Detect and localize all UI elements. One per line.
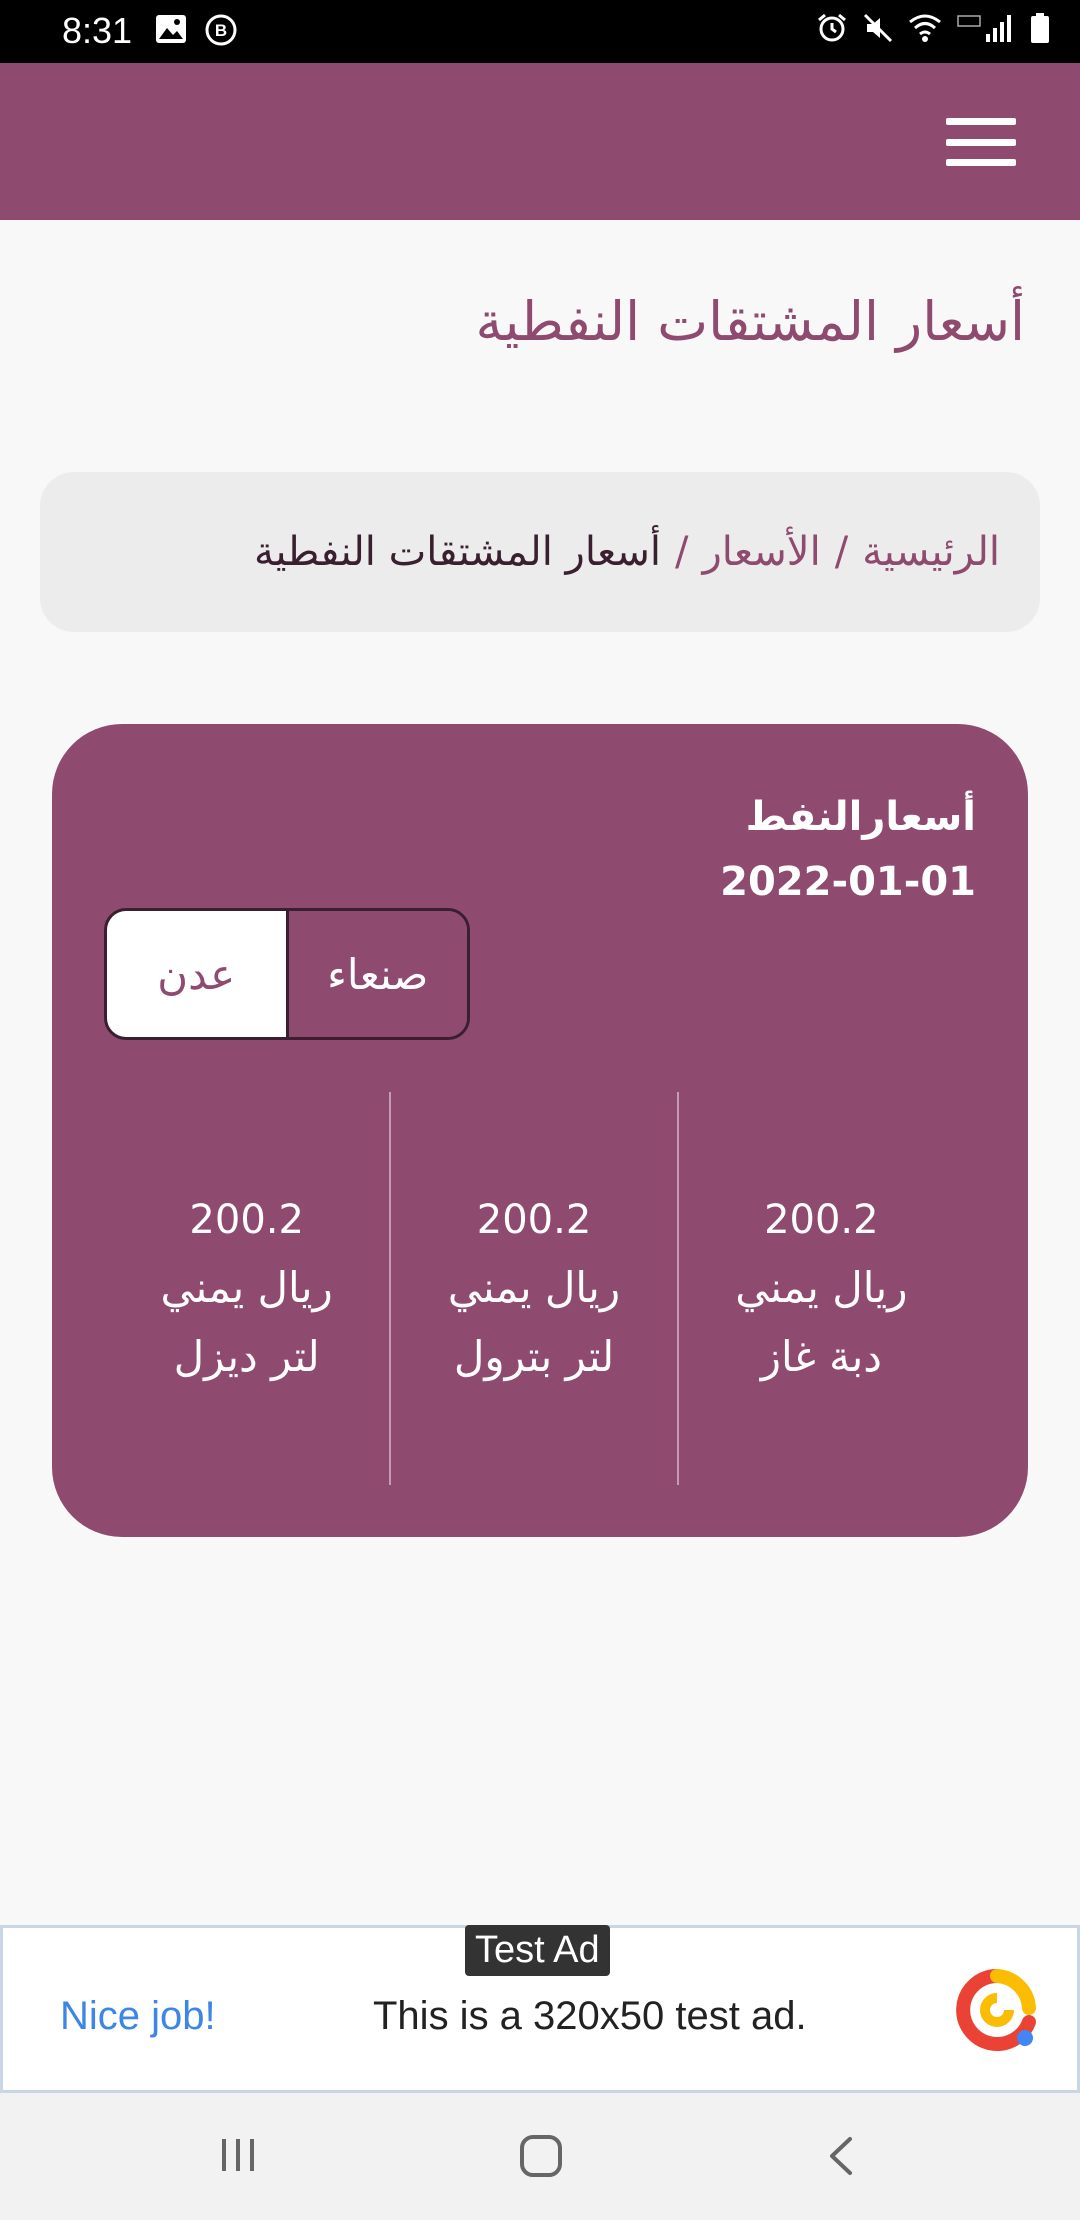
page-title: أسعار المشتقات النفطية xyxy=(475,290,1025,353)
price-value: 200.2 xyxy=(476,1196,592,1243)
home-icon[interactable] xyxy=(518,2133,564,2179)
city-button-aden[interactable]: عدن xyxy=(107,911,286,1037)
ad-logo-icon xyxy=(956,1969,1036,2051)
mute-icon xyxy=(863,13,893,43)
breadcrumb-prices-link[interactable]: الأسعار xyxy=(702,529,820,575)
status-time: 8:31 xyxy=(62,10,133,51)
alarm-icon xyxy=(818,13,846,42)
recents-icon[interactable] xyxy=(216,2133,260,2177)
card-title: أسعارالنفط xyxy=(745,794,976,840)
price-value: 200.2 xyxy=(764,1196,879,1243)
card-date: 2022-01-01 xyxy=(720,859,976,905)
breadcrumb-home-link[interactable]: الرئيسية xyxy=(862,529,1000,575)
ad-text: This is a 320x50 test ad. xyxy=(373,1994,807,2038)
price-item-diesel: 200.2 ريال يمني لتر ديزل xyxy=(104,1092,392,1485)
gallery-icon xyxy=(156,15,186,43)
test-ad-badge: Test Ad xyxy=(465,1925,610,1976)
breadcrumb-current: أسعار المشتقات النفطية xyxy=(253,529,661,575)
breadcrumb-separator: / xyxy=(834,529,849,575)
price-currency: ريال يمني xyxy=(160,1262,333,1312)
price-item-gas: 200.2 ريال يمني دبة غاز xyxy=(679,1092,964,1485)
price-value: 200.2 xyxy=(189,1196,304,1243)
wifi-icon xyxy=(909,14,941,42)
app-bar xyxy=(0,63,1080,220)
prices-row: 200.2 ريال يمني دبة غاز 200.2 ريال يمني … xyxy=(104,1092,964,1485)
price-unit: لتر ديزل xyxy=(173,1331,320,1381)
price-currency: ريال يمني xyxy=(447,1262,621,1312)
svg-text:B: B xyxy=(215,21,227,40)
price-unit: لتر بترول xyxy=(453,1331,615,1381)
ad-cta-link[interactable]: Nice job! xyxy=(60,1994,216,2039)
b-notification-icon: B xyxy=(205,14,237,46)
breadcrumb-separator: / xyxy=(675,529,689,575)
price-unit: دبة غاز xyxy=(760,1331,882,1381)
breadcrumb: الرئيسية / الأسعار / أسعار المشتقات النف… xyxy=(40,472,1040,632)
status-right-icons xyxy=(816,12,1050,44)
price-currency: ريال يمني xyxy=(735,1262,908,1312)
signal-icon xyxy=(957,15,1011,42)
system-nav-bar xyxy=(0,2093,1080,2220)
price-item-petrol: 200.2 ريال يمني لتر بترول xyxy=(391,1092,679,1485)
city-button-sanaa[interactable]: صنعاء xyxy=(285,911,467,1037)
battery-icon xyxy=(1031,13,1049,43)
back-icon[interactable] xyxy=(820,2133,864,2179)
city-toggle: عدن صنعاء xyxy=(104,908,470,1040)
status-left-icons: B xyxy=(155,14,237,46)
oil-prices-card: أسعارالنفط 2022-01-01 عدن صنعاء 200.2 ري… xyxy=(52,724,1028,1537)
menu-icon[interactable] xyxy=(946,118,1016,166)
status-bar: 8:31 B xyxy=(0,0,1080,63)
ad-banner[interactable]: Test Ad Nice job! This is a 320x50 test … xyxy=(0,1925,1080,2093)
